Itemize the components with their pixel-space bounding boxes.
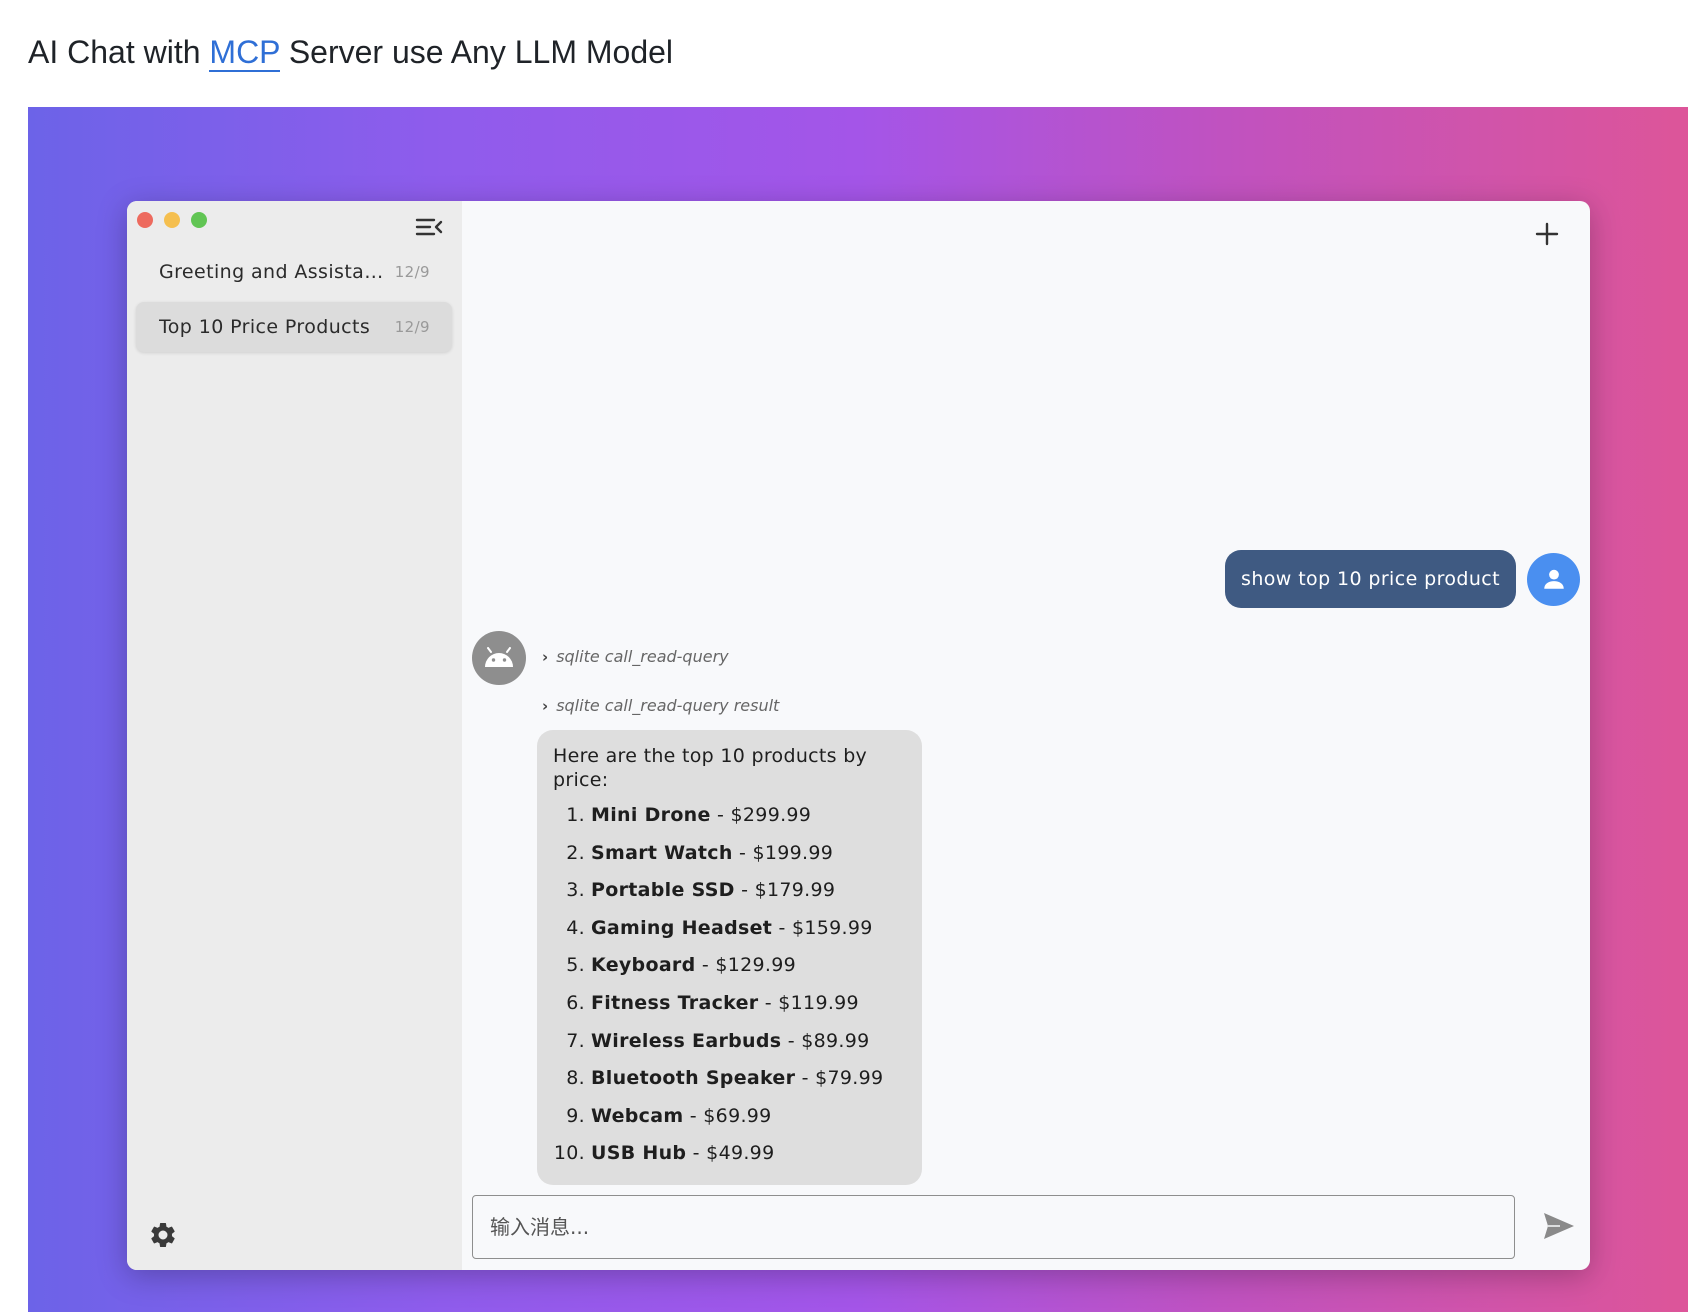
conversation-title: Top 10 Price Products bbox=[159, 316, 371, 338]
plus-icon[interactable] bbox=[1532, 219, 1562, 249]
product-price: - $79.99 bbox=[795, 1067, 884, 1090]
list-item: 4. Gaming Headset - $159.99 bbox=[553, 910, 906, 948]
minimize-window-button[interactable] bbox=[164, 212, 180, 228]
list-number: 6. bbox=[566, 991, 585, 1014]
product-name: USB Hub bbox=[591, 1142, 687, 1165]
gear-icon[interactable] bbox=[148, 1220, 178, 1250]
list-item: 1. Mini Drone - $299.99 bbox=[553, 797, 906, 835]
list-number: 9. bbox=[566, 1104, 585, 1127]
assistant-intro-text: Here are the top 10 products by price: bbox=[553, 745, 868, 791]
product-name: Mini Drone bbox=[591, 804, 711, 826]
product-name: Fitness Tracker bbox=[591, 991, 759, 1014]
conversation-date: 12/9 bbox=[394, 263, 430, 281]
conversation-date: 12/9 bbox=[394, 318, 430, 336]
list-number: 10. bbox=[553, 1142, 585, 1165]
title-suffix: Server use Any LLM Model bbox=[279, 34, 674, 70]
list-item: 10. USB Hub - $49.99 bbox=[553, 1135, 906, 1173]
list-number: 3. bbox=[566, 879, 585, 902]
chevron-right-icon: › bbox=[542, 696, 549, 715]
list-item: 9. Webcam - $69.99 bbox=[553, 1098, 906, 1136]
product-name: Keyboard bbox=[591, 954, 696, 977]
product-name: Smart Watch bbox=[591, 841, 733, 864]
tool-call-toggle[interactable]: › sqlite call_read-query bbox=[542, 647, 729, 666]
maximize-window-button[interactable] bbox=[191, 212, 207, 228]
app-window: Greeting and Assistan... 12/9 Top 10 Pri… bbox=[127, 201, 1590, 1270]
user-message-row: show top 10 price product bbox=[1225, 550, 1580, 608]
list-number: 5. bbox=[566, 954, 585, 977]
message-input-container bbox=[472, 1195, 1515, 1259]
product-name: Webcam bbox=[591, 1104, 684, 1127]
chevron-right-icon: › bbox=[542, 647, 549, 666]
list-number: 7. bbox=[566, 1029, 585, 1052]
title-prefix: AI Chat with bbox=[28, 34, 210, 70]
chat-main: show top 10 price product › sqlite call_… bbox=[462, 201, 1590, 1270]
list-item: 2. Smart Watch - $199.99 bbox=[553, 835, 906, 873]
tool-result-toggle[interactable]: › sqlite call_read-query result bbox=[542, 696, 779, 715]
list-number: 2. bbox=[566, 841, 585, 864]
product-price: - $89.99 bbox=[781, 1029, 870, 1052]
conversation-item-active[interactable]: Top 10 Price Products 12/9 bbox=[136, 302, 452, 352]
list-item: 8. Bluetooth Speaker - $79.99 bbox=[553, 1060, 906, 1098]
list-item: 3. Portable SSD - $179.99 bbox=[553, 872, 906, 910]
product-name: Gaming Headset bbox=[591, 916, 773, 939]
product-name: Portable SSD bbox=[591, 879, 735, 902]
close-window-button[interactable] bbox=[137, 212, 153, 228]
mcp-link[interactable]: MCP bbox=[209, 34, 280, 72]
product-price: - $119.99 bbox=[758, 991, 859, 1014]
android-icon bbox=[472, 631, 526, 685]
product-list: 1. Mini Drone - $299.99 2. Smart Watch - $… bbox=[553, 797, 906, 1173]
tool-call-label: sqlite call_read-query result bbox=[556, 696, 780, 715]
collapse-sidebar-icon[interactable] bbox=[414, 215, 444, 241]
product-price: - $299.99 bbox=[710, 804, 812, 826]
list-number: 1. bbox=[566, 804, 585, 826]
conversation-item[interactable]: Greeting and Assistan... 12/9 bbox=[136, 247, 452, 297]
product-name: Wireless Earbuds bbox=[591, 1029, 782, 1052]
sidebar: Greeting and Assistan... 12/9 Top 10 Pri… bbox=[127, 201, 462, 1270]
product-name: Bluetooth Speaker bbox=[591, 1067, 796, 1090]
tool-call-label: sqlite call_read-query bbox=[556, 647, 729, 666]
list-number: 8. bbox=[566, 1067, 585, 1090]
product-price: - $49.99 bbox=[686, 1142, 775, 1165]
assistant-message-bubble: Here are the top 10 products by price: 1… bbox=[537, 730, 922, 1185]
window-controls bbox=[137, 212, 207, 228]
product-price: - $179.99 bbox=[734, 879, 836, 902]
product-price: - $159.99 bbox=[772, 916, 873, 939]
page-title: AI Chat with MCP Server use Any LLM Mode… bbox=[28, 30, 673, 74]
list-item: 7. Wireless Earbuds - $89.99 bbox=[553, 1023, 906, 1061]
user-icon bbox=[1527, 552, 1580, 606]
conversation-title: Greeting and Assistan... bbox=[159, 261, 391, 283]
list-item: 6. Fitness Tracker - $119.99 bbox=[553, 985, 906, 1023]
product-price: - $129.99 bbox=[695, 954, 797, 977]
list-number: 4. bbox=[566, 916, 585, 939]
send-icon[interactable] bbox=[1542, 1211, 1576, 1241]
list-item: 5. Keyboard - $129.99 bbox=[553, 947, 906, 985]
conversation-list: Greeting and Assistan... 12/9 Top 10 Pri… bbox=[136, 247, 452, 357]
message-input[interactable] bbox=[488, 1214, 1499, 1240]
user-message-bubble: show top 10 price product bbox=[1225, 550, 1516, 608]
product-price: - $69.99 bbox=[683, 1104, 772, 1127]
product-price: - $199.99 bbox=[732, 841, 834, 864]
